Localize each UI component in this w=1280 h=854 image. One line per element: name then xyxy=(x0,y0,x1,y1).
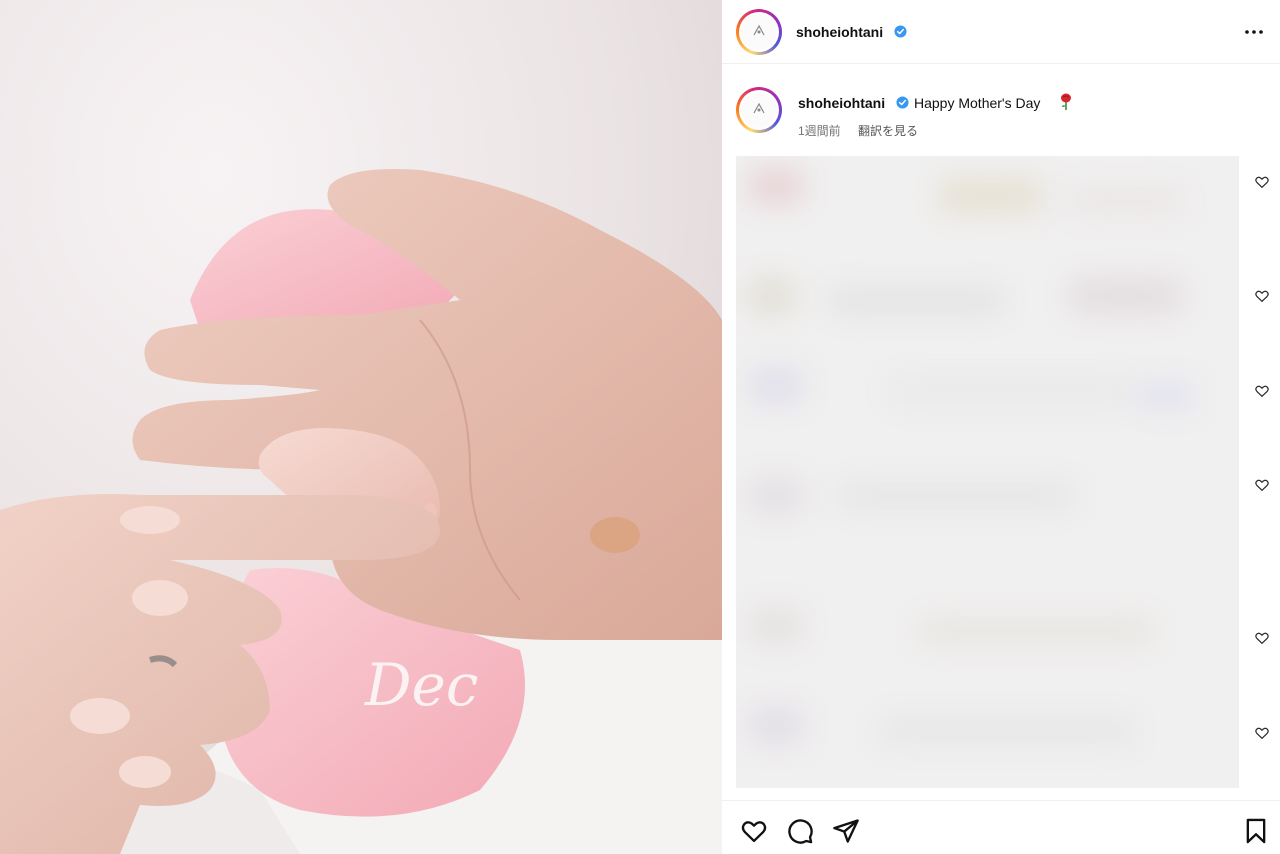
comment-like-heart-icon[interactable] xyxy=(1254,630,1270,646)
caption-avatar[interactable] xyxy=(736,87,782,133)
caption-text: Happy Mother's Day xyxy=(914,95,1041,111)
bookmark-icon[interactable] xyxy=(1242,817,1270,845)
comment-like-heart-icon[interactable] xyxy=(1254,477,1270,493)
avatar-logo-icon xyxy=(753,24,765,36)
post-timestamp: 1週間前 xyxy=(798,124,841,138)
post-action-bar xyxy=(722,800,1280,854)
blurred-comments-area xyxy=(736,156,1239,788)
verified-badge-icon xyxy=(894,25,907,38)
share-icon[interactable] xyxy=(832,817,860,845)
caption-username[interactable]: shoheiohtani xyxy=(798,95,885,111)
comment-icon[interactable] xyxy=(786,817,814,845)
like-heart-icon[interactable] xyxy=(740,817,768,845)
comment-like-heart-icon[interactable] xyxy=(1254,383,1270,399)
see-translation-link[interactable]: 翻訳を見る xyxy=(858,124,918,138)
comment-like-heart-icon[interactable] xyxy=(1254,725,1270,741)
post-image[interactable]: Dec xyxy=(0,0,722,854)
profile-username[interactable]: shoheiohtani xyxy=(796,24,883,40)
comment-like-heart-icon[interactable] xyxy=(1254,288,1270,304)
profile-avatar[interactable] xyxy=(736,9,782,55)
avatar-logo-icon xyxy=(753,102,765,114)
rose-emoji-icon xyxy=(1061,93,1071,110)
post-photo-illustration: Dec xyxy=(0,0,722,854)
post-side-panel: shoheiohtani shoheiohtani Happy Mother's… xyxy=(722,0,1280,854)
post-caption: shoheiohtani Happy Mother's Day 1週間前 翻訳を… xyxy=(722,64,1280,144)
caption-meta: 1週間前 翻訳を見る xyxy=(798,122,932,139)
comment-like-heart-icon[interactable] xyxy=(1254,174,1270,190)
post-header: shoheiohtani xyxy=(722,0,1280,64)
verified-badge-icon xyxy=(896,96,909,109)
svg-text:Dec: Dec xyxy=(364,651,478,719)
more-options-icon[interactable] xyxy=(1240,22,1268,42)
